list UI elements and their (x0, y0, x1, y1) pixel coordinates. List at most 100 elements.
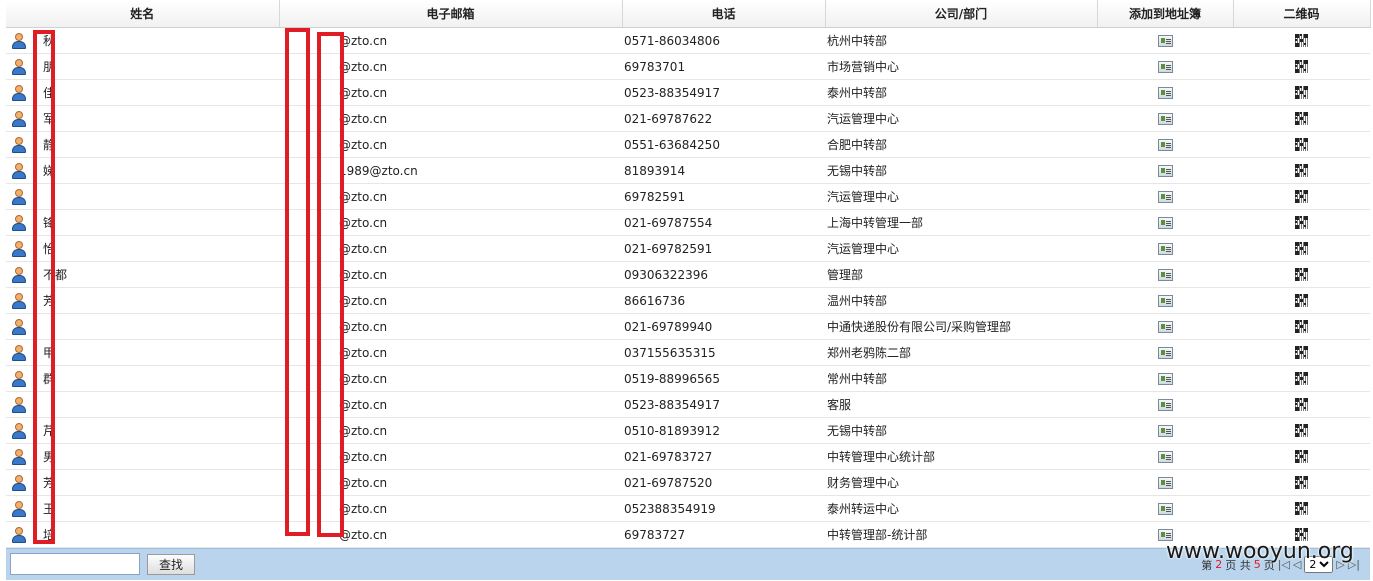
table-row[interactable]: 玉 @zto.cn 052388354919 泰州转运中心 (6, 495, 1370, 522)
add-contact-cell (1097, 105, 1233, 132)
qrcode-icon[interactable] (1294, 371, 1309, 386)
contact-email[interactable]: @zto.cn (339, 424, 387, 438)
qrcode-icon[interactable] (1294, 137, 1309, 152)
contact-email[interactable]: @zto.cn (339, 502, 387, 516)
contact-email[interactable]: @zto.cn (339, 398, 387, 412)
add-to-addressbook-icon[interactable] (1157, 503, 1173, 515)
qrcode-icon[interactable] (1294, 163, 1309, 178)
qrcode-cell (1233, 157, 1370, 184)
table-row[interactable]: 娣 1989@zto.cn 81893914 无锡中转部 (6, 157, 1370, 184)
contact-email[interactable]: @zto.cn (339, 450, 387, 464)
qrcode-icon[interactable] (1294, 111, 1309, 126)
table-row[interactable]: 群 @zto.cn 0519-88996565 常州中转部 (6, 365, 1370, 392)
search-input[interactable] (10, 553, 140, 575)
user-icon (12, 423, 26, 440)
qrcode-icon[interactable] (1294, 33, 1309, 48)
add-to-addressbook-icon[interactable] (1157, 243, 1173, 255)
add-to-addressbook-icon[interactable] (1157, 295, 1173, 307)
contact-email[interactable]: @zto.cn (339, 216, 387, 230)
qrcode-icon[interactable] (1294, 59, 1309, 74)
qrcode-icon[interactable] (1294, 293, 1309, 308)
add-to-addressbook-icon[interactable] (1157, 139, 1173, 151)
qrcode-icon[interactable] (1294, 345, 1309, 360)
contacts-table: 姓名 电子邮箱 电话 公司/部门 添加到地址簿 二维码 秋 @zto.cn 0571… (6, 0, 1371, 548)
add-to-addressbook-icon[interactable] (1157, 191, 1173, 203)
table-row[interactable]: 怡 @zto.cn 021-69782591 汽运管理中心 (6, 235, 1370, 262)
add-to-addressbook-icon[interactable] (1157, 113, 1173, 125)
table-row[interactable]: @zto.cn 69782591 汽运管理中心 (6, 183, 1370, 210)
qrcode-icon[interactable] (1294, 189, 1309, 204)
table-row[interactable]: @zto.cn 0523-88354917 客服 (6, 391, 1370, 418)
table-row[interactable]: 芳 @zto.cn 86616736 温州中转部 (6, 287, 1370, 314)
contact-email[interactable]: @zto.cn (339, 60, 387, 74)
qrcode-icon[interactable] (1294, 241, 1309, 256)
user-icon (12, 449, 26, 466)
contact-email[interactable]: @zto.cn (339, 190, 387, 204)
add-to-addressbook-icon[interactable] (1157, 399, 1173, 411)
add-to-addressbook-icon[interactable] (1157, 373, 1173, 385)
table-row[interactable]: 芳 @zto.cn 021-69787520 财务管理中心 (6, 469, 1370, 496)
dept-cell: 泰州转运中心 (825, 495, 1097, 522)
qrcode-icon[interactable] (1294, 267, 1309, 282)
phone-cell: 021-69782591 (622, 235, 825, 262)
add-to-addressbook-icon[interactable] (1157, 425, 1173, 437)
contact-email[interactable]: @zto.cn (339, 476, 387, 490)
search-button[interactable]: 查找 (147, 554, 195, 575)
contact-phone: 021-69783727 (624, 449, 713, 464)
contact-email[interactable]: @zto.cn (339, 242, 387, 256)
table-row[interactable]: 不都 @zto.cn 09306322396 管理部 (6, 261, 1370, 288)
table-row[interactable]: 男 @zto.cn 021-69783727 中转管理中心统计部 (6, 443, 1370, 470)
add-to-addressbook-icon[interactable] (1157, 165, 1173, 177)
contact-email[interactable]: @zto.cn (339, 34, 387, 48)
qrcode-icon[interactable] (1294, 501, 1309, 516)
qrcode-icon[interactable] (1294, 449, 1309, 464)
add-to-addressbook-icon[interactable] (1157, 217, 1173, 229)
contact-email[interactable]: @zto.cn (339, 294, 387, 308)
contact-email[interactable]: @zto.cn (339, 138, 387, 152)
contact-email[interactable]: @zto.cn (339, 320, 387, 334)
table-row[interactable]: 佳 @zto.cn 0523-88354917 泰州中转部 (6, 79, 1370, 106)
add-to-addressbook-icon[interactable] (1157, 35, 1173, 47)
table-row[interactable]: 秋 @zto.cn 0571-86034806 杭州中转部 (6, 27, 1370, 54)
qrcode-icon[interactable] (1294, 319, 1309, 334)
contact-email[interactable]: @zto.cn (339, 268, 387, 282)
contact-dept: 管理部 (827, 268, 864, 282)
add-to-addressbook-icon[interactable] (1157, 451, 1173, 463)
qrcode-icon[interactable] (1294, 215, 1309, 230)
qrcode-icon[interactable] (1294, 475, 1309, 490)
table-row[interactable]: 军 @zto.cn 021-69787622 汽运管理中心 (6, 105, 1370, 132)
qrcode-cell (1233, 53, 1370, 80)
table-row[interactable]: 静 @zto.cn 0551-63684250 合肥中转部 (6, 131, 1370, 158)
contact-email[interactable]: @zto.cn (339, 86, 387, 100)
table-row[interactable]: 朋 @zto.cn 69783701 市场营销中心 (6, 53, 1370, 80)
qrcode-icon[interactable] (1294, 397, 1309, 412)
phone-cell: 0571-86034806 (622, 27, 825, 54)
contact-email[interactable]: @zto.cn (339, 372, 387, 386)
contact-email[interactable]: @zto.cn (339, 346, 387, 360)
col-header-dept[interactable]: 公司/部门 (825, 0, 1098, 28)
col-header-name[interactable]: 姓名 (6, 0, 280, 28)
contact-email[interactable]: 1989@zto.cn (339, 164, 418, 178)
table-row[interactable]: 甲 @zto.cn 037155635315 郑州老鸦陈二部 (6, 339, 1370, 366)
qrcode-icon[interactable] (1294, 423, 1309, 438)
add-contact-cell (1097, 235, 1233, 262)
table-row[interactable]: 锋 @zto.cn 021-69787554 上海中转管理一部 (6, 209, 1370, 236)
add-to-addressbook-icon[interactable] (1157, 477, 1173, 489)
contact-dept: 无锡中转部 (827, 424, 888, 438)
add-to-addressbook-icon[interactable] (1157, 61, 1173, 73)
contact-phone: 021-69782591 (624, 241, 713, 256)
table-row[interactable]: @zto.cn 021-69789940 中通快递股份有限公司/采购管理部 (6, 313, 1370, 340)
col-header-phone[interactable]: 电话 (622, 0, 826, 28)
add-to-addressbook-icon[interactable] (1157, 87, 1173, 99)
contact-email[interactable]: @zto.cn (339, 528, 387, 542)
add-to-addressbook-icon[interactable] (1157, 269, 1173, 281)
qrcode-icon[interactable] (1294, 85, 1309, 100)
add-to-addressbook-icon[interactable] (1157, 347, 1173, 359)
add-contact-cell (1097, 157, 1233, 184)
col-header-email[interactable]: 电子邮箱 (279, 0, 623, 28)
contact-email[interactable]: @zto.cn (339, 112, 387, 126)
add-to-addressbook-icon[interactable] (1157, 321, 1173, 333)
phone-cell: 021-69787520 (622, 469, 825, 496)
table-row[interactable]: 芹 @zto.cn 0510-81893912 无锡中转部 (6, 417, 1370, 444)
add-contact-cell (1097, 131, 1233, 158)
